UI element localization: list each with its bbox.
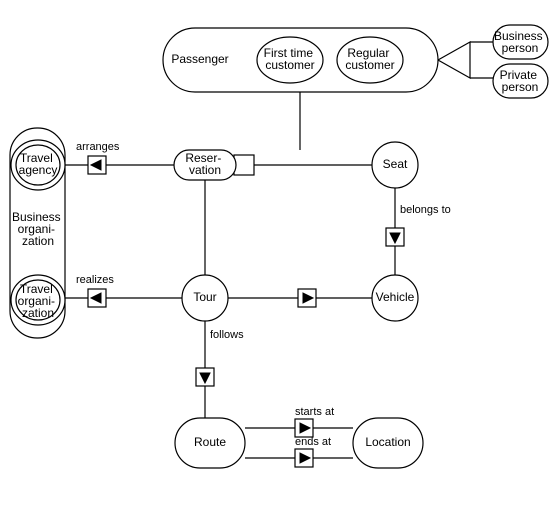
edge-passenger-generalization bbox=[438, 42, 498, 78]
label-travel-organization: Travel organi- zation bbox=[18, 282, 59, 320]
label-route: Route bbox=[194, 435, 226, 449]
arrowbox-follows bbox=[196, 368, 214, 386]
label-realizes: realizes bbox=[76, 274, 114, 286]
label-regular-customer: Regular customer bbox=[345, 46, 394, 72]
label-seat: Seat bbox=[383, 157, 408, 171]
label-travel-agency: Travel agency bbox=[19, 151, 58, 177]
label-follows: follows bbox=[210, 329, 244, 341]
label-tour: Tour bbox=[193, 290, 216, 304]
label-location: Location bbox=[365, 435, 410, 449]
label-reservation: Reser- vation bbox=[185, 151, 224, 177]
er-diagram: arranges belongs to realizes follows sta… bbox=[0, 0, 556, 516]
arrowbox-realizes bbox=[88, 289, 106, 307]
arrowbox-ends-at bbox=[295, 449, 313, 467]
label-starts-at: starts at bbox=[295, 406, 334, 418]
label-arranges: arranges bbox=[76, 141, 120, 153]
arrowbox-belongs-to bbox=[386, 228, 404, 246]
reservation-qualifier bbox=[234, 155, 254, 175]
label-business-person: Business person bbox=[494, 29, 546, 55]
label-first-time-customer: First time customer bbox=[264, 46, 317, 72]
label-vehicle: Vehicle bbox=[376, 290, 415, 304]
arrowbox-starts-at bbox=[295, 419, 313, 437]
arrowbox-tour-vehicle bbox=[298, 289, 316, 307]
arrowbox-arranges bbox=[88, 156, 106, 174]
label-ends-at: ends at bbox=[295, 436, 331, 448]
label-belongs-to: belongs to bbox=[400, 204, 451, 216]
label-passenger: Passenger bbox=[171, 52, 228, 66]
label-private-person: Private person bbox=[500, 68, 541, 94]
